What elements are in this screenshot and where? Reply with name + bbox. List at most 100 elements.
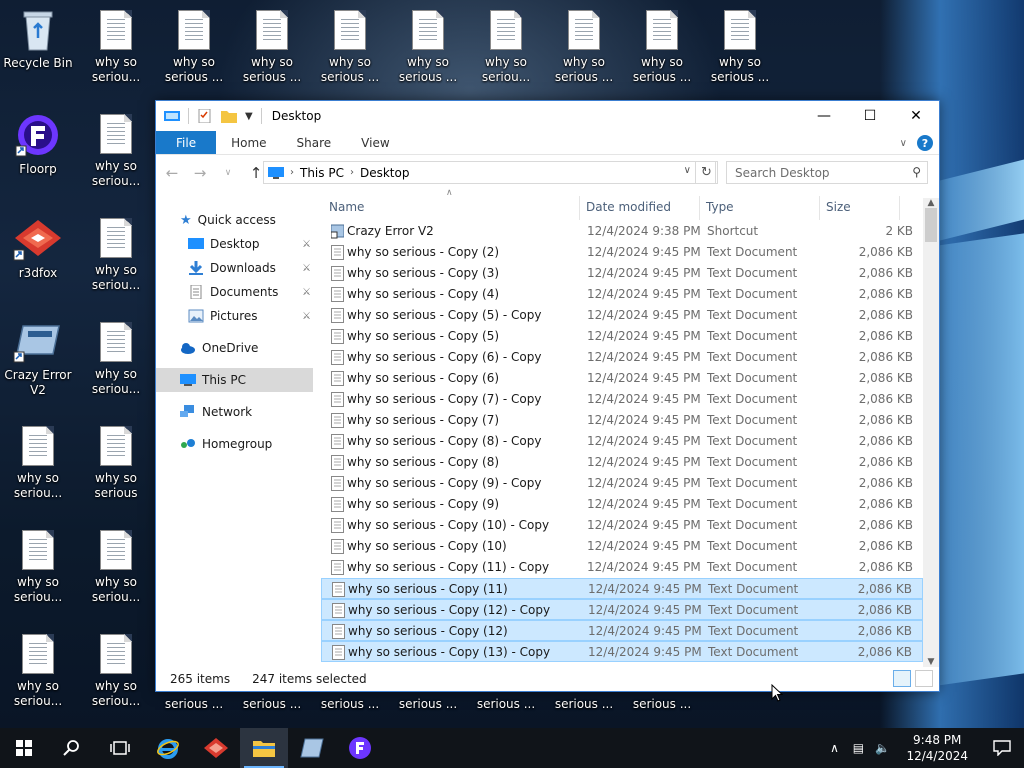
scrollbar-thumb[interactable] [925, 208, 937, 242]
pin-icon[interactable]: ⚔ [302, 311, 311, 322]
nav-network[interactable]: Network [156, 400, 321, 424]
desktop-icon-recycle-bin[interactable]: Recycle Bin [0, 8, 76, 71]
file-row-selected[interactable]: why so serious - Copy (13) - Copy 12/4/2… [321, 641, 923, 662]
file-row[interactable]: why so serious - Copy (6) - Copy 12/4/20… [321, 347, 923, 368]
task-view-button[interactable] [96, 728, 144, 768]
file-row[interactable]: why so serious - Copy (9) - Copy 12/4/20… [321, 473, 923, 494]
properties-icon[interactable] [197, 109, 213, 123]
desktop-icon-text-file[interactable]: why so serious ... [546, 10, 622, 85]
desktop-icon-floorp[interactable]: Floorp [0, 112, 76, 177]
new-folder-icon[interactable] [221, 109, 237, 123]
file-row-selected[interactable]: why so serious - Copy (11) 12/4/2024 9:4… [321, 578, 923, 599]
details-view-button[interactable] [893, 670, 911, 687]
column-divider[interactable] [579, 196, 580, 220]
vertical-scrollbar[interactable]: ▲ ▼ [923, 198, 939, 667]
desktop-icon-label-partial[interactable]: serious ... [390, 697, 466, 712]
column-header-date[interactable]: Date modified [586, 200, 671, 214]
desktop-icon-label-partial[interactable]: serious ... [234, 697, 310, 712]
desktop-icon-text-file[interactable]: why so serious ... [312, 10, 388, 85]
column-header-name[interactable]: Name [329, 200, 364, 214]
nav-quick-access[interactable]: ★ Quick access [156, 208, 321, 232]
large-icons-view-button[interactable] [915, 670, 933, 687]
address-dropdown-icon[interactable]: ∨ [684, 165, 691, 176]
desktop-icon-text-file[interactable]: why so serious ... [156, 10, 232, 85]
desktop-icon-text-file[interactable]: why so serious [78, 426, 154, 501]
desktop-icon-text-file[interactable]: why so seriou... [78, 10, 154, 85]
file-row[interactable]: why so serious - Copy (8) 12/4/2024 9:45… [321, 452, 923, 473]
action-center-button[interactable] [980, 728, 1024, 768]
pin-icon[interactable]: ⚔ [302, 263, 311, 274]
customize-quick-access-icon[interactable]: ▼ [245, 111, 253, 122]
nav-this-pc[interactable]: This PC [156, 368, 313, 392]
file-row-selected[interactable]: why so serious - Copy (12) 12/4/2024 9:4… [321, 620, 923, 641]
pin-icon[interactable]: ⚔ [302, 239, 311, 250]
clock[interactable]: 9:48 PM 12/4/2024 [894, 732, 980, 764]
nav-documents[interactable]: Documents ⚔ [156, 280, 321, 304]
breadcrumb-chevron-icon[interactable]: › [290, 167, 294, 178]
refresh-button[interactable]: ↻ [695, 161, 718, 184]
scroll-down-arrow-icon[interactable]: ▼ [923, 657, 939, 667]
file-row[interactable]: why so serious - Copy (9) 12/4/2024 9:45… [321, 494, 923, 515]
desktop-icon-text-file[interactable]: why so seriou... [78, 634, 154, 709]
taskbar-crazy-error[interactable] [288, 728, 336, 768]
nav-downloads[interactable]: Downloads ⚔ [156, 256, 321, 280]
column-divider[interactable] [699, 196, 700, 220]
file-row[interactable]: why so serious - Copy (5) - Copy 12/4/20… [321, 305, 923, 326]
tab-view[interactable]: View [346, 131, 404, 154]
desktop-icon-text-file[interactable]: why so seriou... [78, 114, 154, 189]
desktop-icon-text-file[interactable]: why so serious ... [702, 10, 778, 85]
taskbar-internet-explorer[interactable] [144, 728, 192, 768]
file-row[interactable]: why so serious - Copy (8) - Copy 12/4/20… [321, 431, 923, 452]
recent-locations-chevron-icon[interactable]: ∨ [218, 168, 238, 178]
nav-homegroup[interactable]: Homegroup [156, 432, 321, 456]
search-input[interactable]: Search Desktop ⚲ [726, 161, 928, 184]
close-button[interactable]: ✕ [893, 101, 939, 131]
file-row[interactable]: why so serious - Copy (3) 12/4/2024 9:45… [321, 263, 923, 284]
column-divider[interactable] [899, 196, 900, 220]
desktop-icon-text-file[interactable]: why so seriou... [0, 530, 76, 605]
file-row[interactable]: why so serious - Copy (7) 12/4/2024 9:45… [321, 410, 923, 431]
file-row[interactable]: why so serious - Copy (2) 12/4/2024 9:45… [321, 242, 923, 263]
volume-muted-icon[interactable]: 🔈 [870, 741, 894, 755]
desktop-icon-text-file[interactable]: why so seriou... [78, 218, 154, 293]
desktop-icon-text-file[interactable]: why so seriou... [468, 10, 544, 85]
scroll-up-arrow-icon[interactable]: ▲ [923, 198, 939, 208]
desktop-icon-text-file[interactable]: why so seriou... [0, 426, 76, 501]
desktop-icon-label-partial[interactable]: serious ... [624, 697, 700, 712]
help-icon[interactable]: ? [917, 135, 933, 151]
nav-desktop[interactable]: Desktop ⚔ [156, 232, 321, 256]
desktop-icon-label-partial[interactable]: serious ... [156, 697, 232, 712]
desktop-icon-text-file[interactable]: why so serious ... [390, 10, 466, 85]
tab-file[interactable]: File [156, 131, 217, 154]
forward-arrow-icon[interactable]: → [190, 164, 210, 182]
file-row[interactable]: why so serious - Copy (7) - Copy 12/4/20… [321, 389, 923, 410]
expand-ribbon-icon[interactable]: ∨ [900, 138, 907, 149]
desktop-icon-text-file[interactable]: why so serious ... [624, 10, 700, 85]
desktop-icon-text-file[interactable]: why so seriou... [0, 634, 76, 709]
file-explorer-window[interactable]: ▼ Desktop — ☐ ✕ File Home Share View ∨ ?… [155, 100, 940, 702]
desktop-icon-label-partial[interactable]: serious ... [468, 697, 544, 712]
desktop-icon-label-partial[interactable]: serious ... [312, 697, 388, 712]
column-header-type[interactable]: Type [706, 200, 734, 214]
desktop-icon-text-file[interactable]: why so serious ... [234, 10, 310, 85]
nav-pictures[interactable]: Pictures ⚔ [156, 304, 321, 328]
desktop-icon-crazy-error[interactable]: Crazy Error V2 [0, 322, 76, 398]
file-row[interactable]: why so serious - Copy (11) - Copy 12/4/2… [321, 557, 923, 578]
desktop-icon-text-file[interactable]: why so seriou... [78, 322, 154, 397]
file-list-pane[interactable]: ∧ Name Date modified Type Size Crazy Err… [321, 188, 939, 702]
file-row[interactable]: why so serious - Copy (4) 12/4/2024 9:45… [321, 284, 923, 305]
column-header-size[interactable]: Size [826, 200, 851, 214]
maximize-button[interactable]: ☐ [847, 101, 893, 131]
taskbar-floorp[interactable] [336, 728, 384, 768]
file-row[interactable]: Crazy Error V2 12/4/2024 9:38 PM Shortcu… [321, 221, 923, 242]
breadcrumb-chevron-icon[interactable]: › [350, 167, 354, 178]
taskbar-file-explorer[interactable] [240, 728, 288, 768]
start-button[interactable] [0, 728, 48, 768]
network-status-icon[interactable]: ▤ [846, 741, 870, 755]
minimize-button[interactable]: — [801, 101, 847, 131]
tab-home[interactable]: Home [216, 131, 281, 154]
desktop-icon-text-file[interactable]: why so seriou... [78, 530, 154, 605]
show-hidden-icons-chevron-icon[interactable]: ∧ [822, 741, 846, 755]
breadcrumb-this-pc[interactable]: This PC [300, 166, 344, 180]
desktop-icon-r3dfox[interactable]: r3dfox [0, 216, 76, 281]
